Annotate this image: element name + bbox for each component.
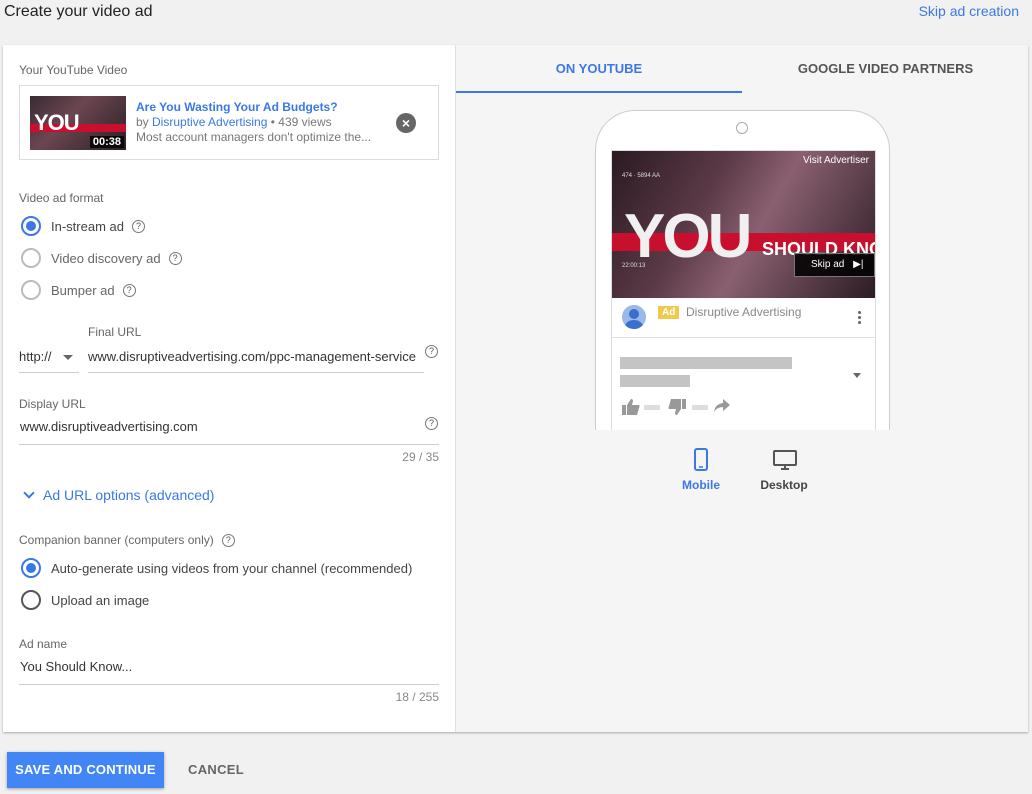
monitor-icon [773, 448, 797, 472]
final-url-input[interactable]: www.disruptiveadvertising.com/ppc-manage… [88, 347, 424, 373]
ad-name-counter: 18 / 255 [395, 690, 439, 704]
preview-tabs: ON YOUTUBE GOOGLE VIDEO PARTNERS [456, 45, 1029, 93]
format-option-label: Video discovery ad [51, 250, 161, 266]
radio-unselected-icon[interactable] [21, 590, 41, 610]
help-icon[interactable]: ? [122, 283, 136, 297]
smartphone-icon [690, 448, 712, 472]
final-url-label: Final URL [88, 325, 142, 339]
help-icon[interactable]: ? [425, 417, 438, 430]
more-vert-icon[interactable] [858, 311, 861, 324]
ad-form-panel: Your YouTube Video YOU 00:38 Are You Was… [3, 45, 455, 732]
display-url-input[interactable]: www.disruptiveadvertising.com [19, 417, 439, 445]
skip-ad-creation-link[interactable]: Skip ad creation [919, 3, 1019, 19]
visit-advertiser-link[interactable]: Visit Advertiser [803, 155, 869, 166]
cancel-button[interactable]: CANCEL [188, 752, 244, 788]
display-url-label: Display URL [19, 397, 86, 411]
companion-option-upload[interactable]: Upload an image [21, 589, 149, 611]
video-title[interactable]: Are You Wasting Your Ad Budgets? [136, 100, 338, 114]
title-placeholder-bar [620, 357, 792, 369]
companion-option-label: Upload an image [51, 592, 150, 608]
help-icon[interactable]: ? [131, 219, 145, 233]
format-option-video-discovery[interactable]: Video discovery ad ? [21, 247, 182, 269]
share-icon [714, 399, 730, 418]
help-icon[interactable]: ? [221, 533, 235, 547]
ad-name-input[interactable]: You Should Know... [19, 657, 439, 685]
ad-badge: Ad [658, 306, 680, 319]
device-desktop-button[interactable]: Desktop [754, 448, 814, 492]
expand-caret-icon [853, 373, 861, 378]
ad-url-options-toggle[interactable]: Ad URL options (advanced) [23, 487, 215, 503]
help-icon[interactable]: ? [425, 345, 438, 358]
companion-section-label: Companion banner (computers only) ? [19, 533, 235, 547]
tab-on-youtube[interactable]: ON YOUTUBE [456, 45, 742, 93]
video-section-label: Your YouTube Video [19, 63, 128, 77]
active-tab-indicator [456, 91, 742, 93]
footer-actions: SAVE AND CONTINUE CANCEL [0, 740, 1032, 794]
display-url-counter: 29 / 35 [402, 450, 439, 464]
like-count-placeholder [644, 405, 660, 410]
radio-selected-icon[interactable] [21, 216, 41, 236]
skip-ad-label: Skip ad [811, 259, 845, 270]
radio-unselected-icon[interactable] [21, 280, 41, 300]
format-option-in-stream[interactable]: In-stream ad ? [21, 215, 145, 237]
format-section-label: Video ad format [19, 191, 104, 205]
format-option-label: In-stream ad [51, 218, 124, 234]
format-option-label: Bumper ad [51, 282, 115, 298]
format-option-bumper[interactable]: Bumper ad ? [21, 279, 136, 301]
video-thumbnail[interactable]: YOU 00:38 [30, 96, 126, 150]
dislike-count-placeholder [692, 405, 708, 410]
save-and-continue-button[interactable]: SAVE AND CONTINUE [7, 752, 164, 788]
ad-name-label: Ad name [19, 637, 68, 651]
player-big-text: YOU [624, 202, 752, 271]
phone-camera-icon [736, 122, 748, 134]
radio-selected-icon[interactable] [21, 558, 41, 578]
player-meta-time: 22:00:13 [622, 263, 646, 269]
device-desktop-label: Desktop [760, 478, 808, 492]
avatar-icon [622, 305, 646, 329]
video-description: Most account managers don't optimize the… [136, 130, 372, 144]
header: Create your video ad Skip ad creation [0, 0, 1032, 44]
close-icon[interactable]: × [396, 113, 416, 133]
radio-unselected-icon[interactable] [21, 248, 41, 268]
phone-preview-frame: 474 · 5894 AA YOU SHOULD KNO Visit Adver… [595, 110, 890, 430]
thumbnail-text: YOU [34, 110, 80, 135]
device-mobile-button[interactable]: Mobile [671, 448, 731, 492]
ad-channel-name: Disruptive Advertising [686, 305, 802, 319]
title-placeholder-bar-short [620, 375, 690, 387]
video-channel-link[interactable]: Disruptive Advertising [152, 115, 267, 129]
video-player-preview[interactable]: 474 · 5894 AA YOU SHOULD KNO Visit Adver… [612, 151, 875, 298]
selected-video-card: YOU 00:38 Are You Wasting Your Ad Budget… [19, 85, 439, 160]
ad-url-options-label: Ad URL options (advanced) [43, 487, 215, 503]
preview-panel: ON YOUTUBE GOOGLE VIDEO PARTNERS 474 · 5… [455, 45, 1028, 732]
skip-next-icon: ▶| [853, 259, 864, 270]
ad-info-row: Ad Disruptive Advertising [612, 298, 875, 338]
tab-google-video-partners[interactable]: GOOGLE VIDEO PARTNERS [742, 45, 1029, 93]
companion-option-label: Auto-generate using videos from your cha… [51, 560, 413, 576]
ad-editor-card: Your YouTube Video YOU 00:38 Are You Was… [3, 45, 1028, 732]
dropdown-arrow-icon [63, 355, 73, 360]
video-byline: by Disruptive Advertising • 439 views [136, 115, 332, 129]
companion-option-auto-generate[interactable]: Auto-generate using videos from your cha… [21, 557, 412, 579]
help-icon[interactable]: ? [168, 251, 182, 265]
video-views: • 439 views [267, 115, 332, 129]
device-mobile-label: Mobile [682, 478, 720, 492]
chevron-down-icon [23, 487, 35, 499]
thumbs-up-icon [622, 399, 640, 420]
phone-screen: 474 · 5894 AA YOU SHOULD KNO Visit Adver… [611, 150, 876, 430]
video-duration: 00:38 [89, 136, 124, 148]
byline-prefix: by [136, 115, 153, 129]
skip-ad-button[interactable]: Skip ad ▶| [794, 253, 875, 277]
thumbs-down-icon [668, 399, 686, 420]
companion-label-text: Companion banner (computers only) [19, 533, 214, 547]
player-meta-top: 474 · 5894 AA [622, 173, 661, 179]
page-title: Create your video ad [4, 3, 153, 20]
protocol-value: http:// [19, 349, 52, 364]
protocol-select[interactable]: http:// [19, 347, 79, 373]
